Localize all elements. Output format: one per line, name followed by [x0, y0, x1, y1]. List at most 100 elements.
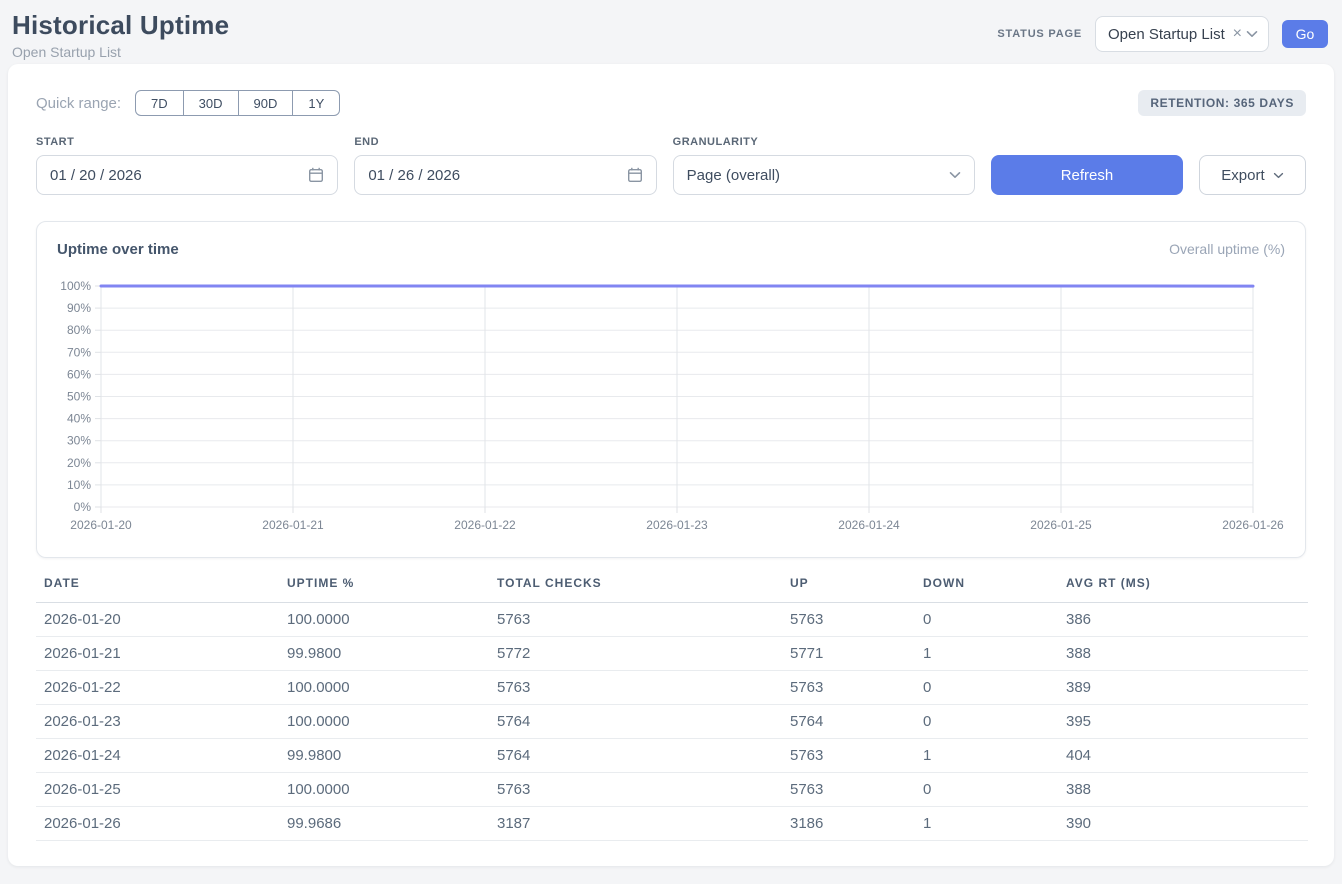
table-cell: 389 [1058, 671, 1308, 705]
table-cell: 388 [1058, 773, 1308, 807]
main-panel: Quick range: 7D30D90D1Y RETENTION: 365 D… [8, 64, 1334, 866]
start-date-input[interactable]: 01 / 20 / 2026 [36, 155, 338, 195]
end-field: END 01 / 26 / 2026 [354, 136, 656, 195]
chart-header: Uptime over time Overall uptime (%) [57, 238, 1285, 260]
table-cell: 386 [1058, 603, 1308, 637]
table-cell: 1 [915, 739, 1058, 773]
export-button-label: Export [1221, 167, 1264, 184]
table-cell: 5771 [782, 637, 915, 671]
table-cell: 5763 [782, 739, 915, 773]
table-cell: 5763 [782, 603, 915, 637]
svg-text:80%: 80% [67, 323, 91, 337]
chevron-down-icon [1246, 30, 1258, 38]
table-cell: 2026-01-23 [36, 705, 279, 739]
table-cell: 3186 [782, 807, 915, 841]
table-cell: 2026-01-24 [36, 739, 279, 773]
table-row: 2026-01-2199.9800577257711388 [36, 637, 1308, 671]
table-cell: 2026-01-25 [36, 773, 279, 807]
table-cell: 0 [915, 671, 1058, 705]
status-page-label: STATUS PAGE [997, 28, 1082, 40]
calendar-icon[interactable] [308, 167, 324, 183]
svg-text:2026-01-24: 2026-01-24 [838, 518, 900, 532]
table-cell: 1 [915, 637, 1058, 671]
table-header-cell: DATE [36, 576, 279, 603]
table-cell: 0 [915, 603, 1058, 637]
table-cell: 5764 [782, 705, 915, 739]
quick-range-row: Quick range: 7D30D90D1Y RETENTION: 365 D… [36, 90, 1306, 116]
svg-text:10%: 10% [67, 478, 91, 492]
table-cell: 5764 [489, 739, 782, 773]
granularity-selected-value: Page (overall) [687, 167, 949, 184]
svg-text:70%: 70% [67, 345, 91, 359]
granularity-select[interactable]: Page (overall) [673, 155, 975, 195]
uptime-table: DATEUPTIME %TOTAL CHECKSUPDOWNAVG RT (MS… [36, 576, 1308, 841]
table-row: 2026-01-2699.9686318731861390 [36, 807, 1308, 841]
calendar-icon[interactable] [627, 167, 643, 183]
table-header-cell: UP [782, 576, 915, 603]
start-field: START 01 / 20 / 2026 [36, 136, 338, 195]
export-button[interactable]: Export [1199, 155, 1306, 195]
table-cell: 5763 [489, 773, 782, 807]
table-cell: 395 [1058, 705, 1308, 739]
quick-range-label: Quick range: [36, 95, 121, 112]
refresh-button[interactable]: Refresh [991, 155, 1183, 195]
uptime-chart-card: Uptime over time Overall uptime (%) 0% 10… [36, 221, 1306, 558]
filter-row: START 01 / 20 / 2026 END 01 / 26 / 2026 … [36, 136, 1306, 195]
chevron-down-icon [1273, 172, 1284, 179]
table-cell: 100.0000 [279, 705, 489, 739]
go-button[interactable]: Go [1282, 20, 1328, 48]
table-row: 2026-01-20100.0000576357630386 [36, 603, 1308, 637]
quick-range-left: Quick range: 7D30D90D1Y [36, 90, 340, 116]
chart-legend: Overall uptime (%) [1169, 241, 1285, 257]
page-header: Historical Uptime Open Startup List STAT… [0, 0, 1342, 64]
svg-text:50%: 50% [67, 390, 91, 404]
table-row: 2026-01-23100.0000576457640395 [36, 705, 1308, 739]
table-header-row: DATEUPTIME %TOTAL CHECKSUPDOWNAVG RT (MS… [36, 576, 1308, 603]
end-date-input[interactable]: 01 / 26 / 2026 [354, 155, 656, 195]
table-cell: 1 [915, 807, 1058, 841]
status-page-select[interactable]: Open Startup List × [1095, 16, 1269, 52]
table-cell: 0 [915, 705, 1058, 739]
table-cell: 100.0000 [279, 671, 489, 705]
table-row: 2026-01-25100.0000576357630388 [36, 773, 1308, 807]
status-page-selected-value: Open Startup List [1108, 26, 1233, 43]
table-cell: 99.9686 [279, 807, 489, 841]
header-controls: STATUS PAGE Open Startup List × Go [997, 16, 1328, 52]
table-cell: 5763 [489, 603, 782, 637]
end-label: END [354, 136, 656, 148]
svg-text:2026-01-26: 2026-01-26 [1222, 518, 1284, 532]
table-cell: 2026-01-20 [36, 603, 279, 637]
quick-range-group: 7D30D90D1Y [135, 90, 340, 116]
chart-title: Uptime over time [57, 241, 179, 258]
svg-text:40%: 40% [67, 412, 91, 426]
clear-selection-icon[interactable]: × [1233, 26, 1242, 42]
quick-range-90d[interactable]: 90D [239, 90, 294, 116]
svg-text:2026-01-25: 2026-01-25 [1030, 518, 1092, 532]
svg-text:2026-01-20: 2026-01-20 [70, 518, 132, 532]
svg-text:2026-01-23: 2026-01-23 [646, 518, 708, 532]
table-header-cell: AVG RT (MS) [1058, 576, 1308, 603]
svg-text:0%: 0% [74, 500, 92, 514]
title-block: Historical Uptime Open Startup List [12, 10, 229, 60]
quick-range-1y[interactable]: 1Y [293, 90, 340, 116]
svg-text:100%: 100% [60, 279, 91, 293]
chevron-down-icon [949, 171, 961, 179]
quick-range-30d[interactable]: 30D [184, 90, 239, 116]
table-cell: 5772 [489, 637, 782, 671]
page-title: Historical Uptime [12, 10, 229, 41]
table-cell: 390 [1058, 807, 1308, 841]
start-label: START [36, 136, 338, 148]
table-cell: 5763 [782, 773, 915, 807]
svg-text:20%: 20% [67, 456, 91, 470]
page-subtitle: Open Startup List [12, 44, 229, 60]
svg-text:2026-01-22: 2026-01-22 [454, 518, 516, 532]
svg-text:2026-01-21: 2026-01-21 [262, 518, 324, 532]
table-cell: 2026-01-26 [36, 807, 279, 841]
retention-badge: RETENTION: 365 DAYS [1138, 90, 1306, 116]
table-cell: 5763 [489, 671, 782, 705]
start-date-value: 01 / 20 / 2026 [50, 167, 308, 184]
quick-range-7d[interactable]: 7D [135, 90, 184, 116]
table-cell: 404 [1058, 739, 1308, 773]
table-cell: 100.0000 [279, 603, 489, 637]
table-cell: 388 [1058, 637, 1308, 671]
